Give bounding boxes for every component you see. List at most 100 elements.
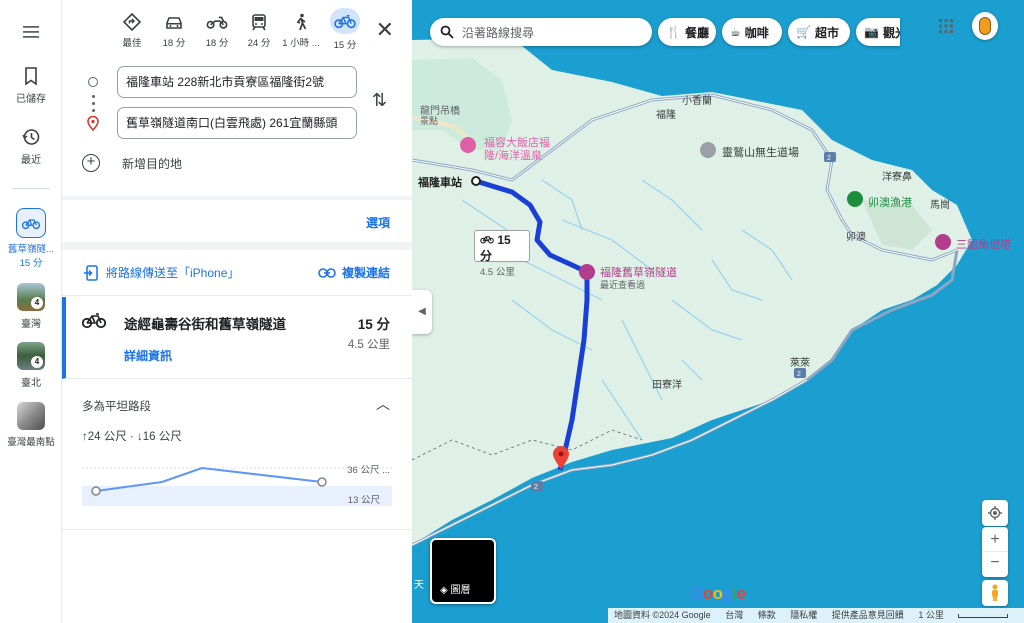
mode-best[interactable]: 最佳: [112, 8, 152, 49]
swap-icon[interactable]: ⇅: [372, 90, 387, 111]
chip-cafe[interactable]: ☕ 咖啡: [722, 18, 782, 46]
active-route-time: 15 分: [19, 258, 43, 269]
car-icon: [166, 17, 182, 29]
destination-input[interactable]: 舊草嶺隧道南口(白雲飛處) 261宜蘭縣頭: [117, 107, 357, 139]
origin-marker[interactable]: [471, 176, 481, 186]
chip-supermarket[interactable]: 🛒 超市: [788, 18, 850, 46]
elevation-title: 多為平坦路段: [82, 401, 151, 413]
rail-item-south-point[interactable]: 臺灣最南點: [0, 402, 62, 448]
active-route-icon-box: [16, 208, 46, 238]
transit-icon: [252, 14, 266, 31]
layers-label-row: ◈ 圖層: [440, 581, 470, 596]
saved-label: 已儲存: [16, 94, 46, 105]
mode-walk[interactable]: 1 小時 ...: [281, 8, 321, 49]
origin-input[interactable]: 福隆車站 228新北市貢寮區福隆街2號: [117, 66, 357, 98]
mode-transit[interactable]: 24 分: [239, 8, 279, 49]
lighthouse-marker[interactable]: [935, 234, 951, 250]
route-option-card[interactable]: 途經龜壽谷街和舊草嶺隧道 15 分 4.5 公里 詳細資訊: [62, 297, 412, 379]
chip-supermarket-label: 超市: [814, 25, 839, 40]
bicycle-icon: [480, 236, 494, 244]
chip-restaurants[interactable]: 🍴 餐廳: [658, 18, 716, 46]
mode-motorcycle[interactable]: 18 分: [197, 8, 237, 49]
copy-link-label: 複製連結: [341, 266, 390, 280]
chip-sightseeing-label: 觀光: [882, 25, 900, 40]
attribution-scale[interactable]: 1 公里: [918, 610, 944, 620]
search-placeholder: 沿著路線搜尋: [462, 25, 535, 40]
send-to-device-icon: [84, 264, 98, 281]
options-row: 選項: [62, 200, 412, 242]
close-icon[interactable]: ✕: [376, 19, 394, 41]
zoom-out-button[interactable]: −: [982, 552, 1008, 577]
layers-icon: ◈: [440, 585, 448, 596]
mode-car[interactable]: 18 分: [154, 8, 194, 49]
mode-motorcycle-label: 18 分: [205, 38, 229, 49]
svg-text:2: 2: [534, 484, 538, 491]
taipei-badge: 4: [31, 356, 43, 368]
label-tianliaoyang: 田寮洋: [652, 380, 682, 391]
collapse-chevron-icon[interactable]: ︿: [376, 394, 390, 414]
label-fulong: 福隆: [656, 110, 676, 121]
map-canvas[interactable]: 2 2 2 沿著路線搜尋 🍴餐廳 ☕咖啡 🛒超市 📷觀光 龍門吊橋 景點 福隆車…: [412, 0, 1024, 623]
bookmark-icon: [25, 67, 37, 86]
street-view-button[interactable]: [982, 580, 1008, 606]
attribution-terms[interactable]: 條款: [758, 610, 776, 620]
route-time-bubble[interactable]: 15 分 4.5 公里: [474, 230, 530, 278]
taiwan-badge: 4: [31, 297, 43, 309]
label-tian: 天: [414, 580, 424, 591]
directions-icon: [122, 12, 142, 32]
mode-bicycle[interactable]: 15 分: [325, 8, 365, 51]
layers-button[interactable]: ◈ 圖層: [430, 538, 496, 604]
apps-grid-icon[interactable]: [938, 18, 954, 34]
collapse-panel-button[interactable]: ◀: [412, 290, 432, 334]
bubble-time-row: 15 分: [480, 233, 524, 264]
south-point-label: 臺灣最南點: [7, 437, 55, 448]
saved-button[interactable]: 已儲存: [0, 66, 62, 105]
rail-item-taipei[interactable]: 4 臺北: [0, 342, 62, 389]
elevation-max-label: 36 公尺 ...: [347, 465, 390, 476]
attribution-privacy[interactable]: 隱私權: [790, 610, 817, 620]
layers-label: 圖層: [450, 585, 471, 596]
account-avatar[interactable]: [972, 12, 998, 40]
label-maoao: 卯澳: [846, 232, 866, 243]
label-xiaoxianglan: 小香蘭: [682, 96, 712, 107]
plus-icon: +: [82, 154, 100, 172]
hotel-marker[interactable]: [460, 137, 476, 153]
section-divider-2: [62, 242, 412, 250]
taipei-label: 臺北: [21, 378, 41, 389]
restaurant-icon: 🍴: [666, 25, 681, 39]
send-to-phone-button[interactable]: 將路線傳送至「iPhone」: [84, 264, 239, 281]
fishing-port-marker[interactable]: [847, 191, 863, 207]
elevation-min-label: 13 公尺: [347, 495, 380, 506]
walk-icon: [296, 13, 307, 31]
rail-item-active-route[interactable]: 舊草嶺隧... 15 分: [0, 208, 62, 269]
taiwan-label: 臺灣: [21, 319, 41, 330]
copy-link-button[interactable]: 複製連結: [318, 264, 390, 281]
elevation-band: [82, 486, 392, 506]
mode-bicycle-highlight: [330, 8, 360, 34]
menu-icon: [23, 26, 39, 38]
rail-item-taiwan[interactable]: 4 臺灣: [0, 283, 62, 330]
attribution-region[interactable]: 台灣: [725, 610, 743, 620]
tunnel-marker[interactable]: [579, 264, 595, 280]
my-location-button[interactable]: [982, 500, 1008, 526]
label-lailai: 萊萊: [790, 358, 810, 369]
scale-bar: [958, 613, 1009, 618]
chevron-left-icon: ◀: [418, 306, 426, 317]
chip-sightseeing[interactable]: 📷觀光: [856, 18, 900, 46]
attribution-bar: 地圖資料 ©2024 Google 台灣 條款 隱私權 提供產品意見回饋 1 公…: [608, 608, 1024, 623]
route-title: 途經龜壽谷街和舊草嶺隧道: [124, 317, 286, 332]
options-button[interactable]: 選項: [366, 214, 390, 231]
route-details-link[interactable]: 詳細資訊: [124, 347, 172, 364]
search-icon: [440, 25, 454, 39]
menu-button[interactable]: [0, 22, 62, 46]
attribution-feedback[interactable]: 提供產品意見回饋: [832, 610, 904, 620]
zoom-in-button[interactable]: +: [982, 527, 1008, 552]
bicycle-icon: [82, 313, 106, 329]
search-along-route-input[interactable]: 沿著路線搜尋: [430, 18, 652, 46]
temple-marker[interactable]: [700, 142, 716, 158]
recent-label: 最近: [21, 155, 41, 166]
label-lingjiu: 靈鷲山無生道場: [722, 147, 799, 159]
add-destination-button[interactable]: + 新增目的地: [82, 154, 182, 172]
route-time: 15 分: [357, 317, 390, 332]
recent-button[interactable]: 最近: [0, 127, 62, 166]
